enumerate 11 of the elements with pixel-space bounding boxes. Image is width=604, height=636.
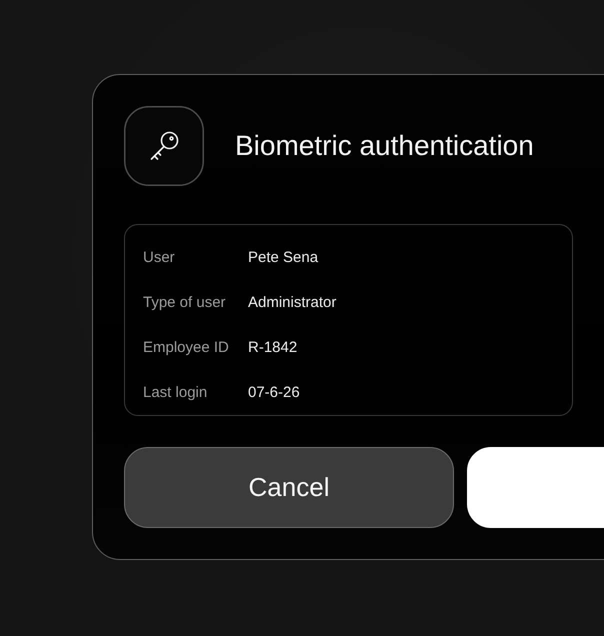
detail-value: 07-6-26 xyxy=(248,384,300,401)
detail-value: Administrator xyxy=(248,294,336,311)
cancel-button[interactable]: Cancel xyxy=(124,447,454,528)
detail-label: Type of user xyxy=(143,294,226,311)
detail-label: User xyxy=(143,249,175,266)
detail-label: Last login xyxy=(143,384,208,401)
detail-label: Employee ID xyxy=(143,339,229,356)
key-icon xyxy=(124,106,204,186)
detail-value: Pete Sena xyxy=(248,249,318,266)
dialog-title: Biometric authentication xyxy=(235,130,534,162)
detail-value: R-1842 xyxy=(248,339,298,356)
